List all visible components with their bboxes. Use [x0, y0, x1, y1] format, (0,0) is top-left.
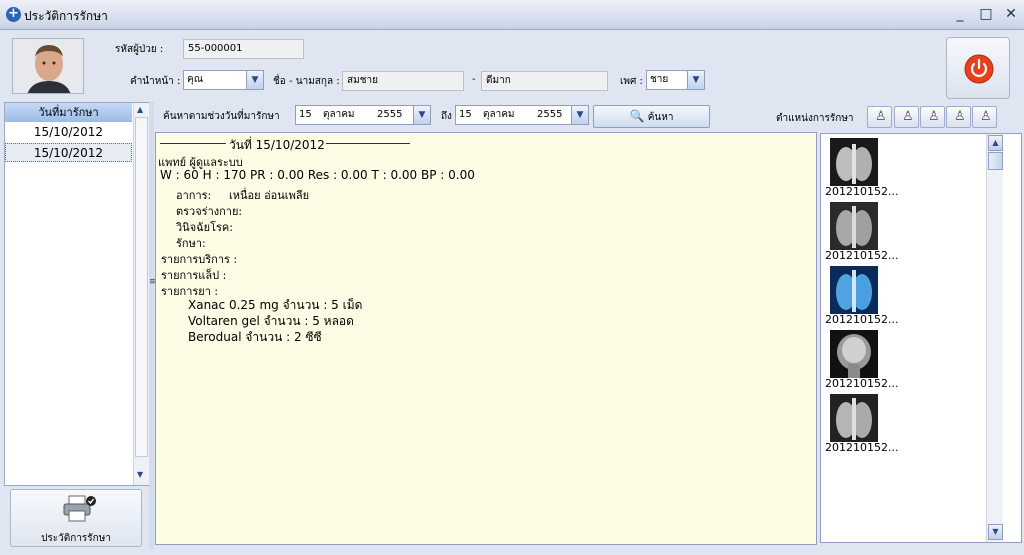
- person-icon: ♙: [954, 109, 966, 124]
- minimize-button[interactable]: _: [949, 4, 971, 24]
- to-year: 2555: [537, 109, 563, 120]
- xray-chest-thumbnail[interactable]: [830, 202, 878, 250]
- hn-field[interactable]: 55-000001: [183, 39, 304, 59]
- sex-value: ชาย: [650, 74, 669, 85]
- panel-splitter[interactable]: ≡: [149, 102, 157, 549]
- print-history-label: ประวัติการรักษา: [41, 533, 111, 544]
- chevron-down-icon[interactable]: ▼: [246, 71, 263, 89]
- search-button-label: ค้นหา: [647, 112, 674, 123]
- xray-chest-blue-thumbnail[interactable]: [830, 266, 878, 314]
- position-button-5[interactable]: ♙: [972, 106, 997, 128]
- treatment-record-panel[interactable]: วันที่ 15/10/2012 แพทย์ ผู้ดูแลระบบ W : …: [155, 132, 817, 545]
- thumbnail-label: 201210152...: [825, 313, 899, 326]
- from-year: 2555: [377, 109, 403, 120]
- scrollbar[interactable]: ▲ ▼: [986, 134, 1003, 542]
- scroll-up-icon[interactable]: ▲: [137, 105, 143, 114]
- visit-date-header: วันที่มารักษา: [5, 103, 132, 122]
- vitals-line: W : 60 H : 170 PR : 0.00 Res : 0.00 T : …: [160, 168, 475, 182]
- window-title: ประวัติการรักษา: [24, 9, 108, 23]
- name-label: ชื่อ - นามสกุล :: [273, 76, 340, 87]
- person-icon: ♙: [902, 109, 914, 124]
- first-name-field[interactable]: สมชาย: [342, 71, 464, 91]
- prefix-label: คำนำหน้า :: [130, 76, 181, 87]
- person-icon: ♙: [980, 109, 992, 124]
- treatment-position-label: ตำแหน่งการรักษา: [776, 113, 854, 124]
- prefix-select[interactable]: คุณ ▼: [183, 70, 264, 90]
- search-icon: 🔍: [629, 109, 645, 123]
- visit-date-list[interactable]: วันที่มารักษา 15/10/2012 15/10/2012 ▲ ▼: [4, 102, 149, 486]
- to-label: ถึง: [441, 111, 452, 122]
- printer-icon: [63, 495, 96, 522]
- position-button-3[interactable]: ♙: [920, 106, 945, 128]
- chevron-down-icon[interactable]: ▼: [571, 106, 588, 124]
- thumbnail-label: 201210152...: [825, 441, 899, 454]
- from-date-picker[interactable]: 15 ตุลาคม 2555 ▼: [295, 105, 431, 125]
- sex-select[interactable]: ชาย ▼: [646, 70, 705, 90]
- name-separator: -: [472, 74, 476, 85]
- app-plus-icon: +: [6, 7, 21, 22]
- thumbnail-label: 201210152...: [825, 185, 899, 198]
- mri-head-thumbnail[interactable]: [830, 330, 878, 378]
- power-icon: [964, 54, 994, 84]
- scroll-up-icon[interactable]: ▲: [988, 135, 1003, 151]
- person-icon: ♙: [875, 109, 887, 124]
- xray-chest-thumbnail[interactable]: [830, 394, 878, 442]
- to-date-picker[interactable]: 15 ตุลาคม 2555 ▼: [455, 105, 589, 125]
- hn-label: รหัสผู้ป่วย :: [115, 44, 164, 55]
- chevron-down-icon[interactable]: ▼: [413, 106, 430, 124]
- drug-item: Berodual จำนวน : 2 ซีซี: [188, 330, 322, 344]
- maximize-button[interactable]: □: [975, 4, 997, 24]
- record-date-heading: วันที่ 15/10/2012: [229, 138, 325, 152]
- position-button-1[interactable]: ♙: [867, 106, 892, 128]
- from-day: 15: [299, 109, 312, 120]
- divider: [326, 143, 410, 144]
- scroll-down-icon[interactable]: ▼: [988, 524, 1003, 540]
- scrollbar[interactable]: ▲ ▼: [133, 103, 149, 485]
- thumbnail-label: 201210152...: [825, 249, 899, 262]
- patient-photo: [12, 38, 84, 94]
- prefix-value: คุณ: [187, 74, 203, 85]
- image-thumbnail-panel[interactable]: 201210152... 201210152... 201210152... 2…: [820, 133, 1022, 543]
- list-item[interactable]: 15/10/2012: [5, 123, 132, 142]
- date-range-label: ค้นหาตามช่วงวันที่มารักษา: [163, 111, 280, 122]
- scroll-down-icon[interactable]: ▼: [137, 470, 143, 479]
- title-bar: + ประวัติการรักษา _ □ ✕: [0, 0, 1024, 30]
- scroll-thumb[interactable]: [135, 117, 148, 457]
- divider: [160, 143, 226, 144]
- person-icon: ♙: [928, 109, 940, 124]
- close-button[interactable]: ✕: [1000, 4, 1022, 24]
- position-button-2[interactable]: ♙: [894, 106, 919, 128]
- to-day: 15: [459, 109, 472, 120]
- xray-chest-thumbnail[interactable]: [830, 138, 878, 186]
- list-item[interactable]: 15/10/2012: [5, 143, 132, 162]
- thumbnail-label: 201210152...: [825, 377, 899, 390]
- from-month: ตุลาคม: [323, 109, 355, 120]
- sex-label: เพศ :: [620, 76, 643, 87]
- last-name-field[interactable]: ดีมาก: [481, 71, 608, 91]
- to-month: ตุลาคม: [483, 109, 515, 120]
- scroll-thumb[interactable]: [988, 152, 1003, 170]
- exit-button[interactable]: [946, 37, 1010, 99]
- chevron-down-icon[interactable]: ▼: [687, 71, 704, 89]
- position-button-4[interactable]: ♙: [946, 106, 971, 128]
- search-button[interactable]: 🔍 ค้นหา: [593, 105, 710, 128]
- print-history-button[interactable]: ประวัติการรักษา: [10, 489, 142, 547]
